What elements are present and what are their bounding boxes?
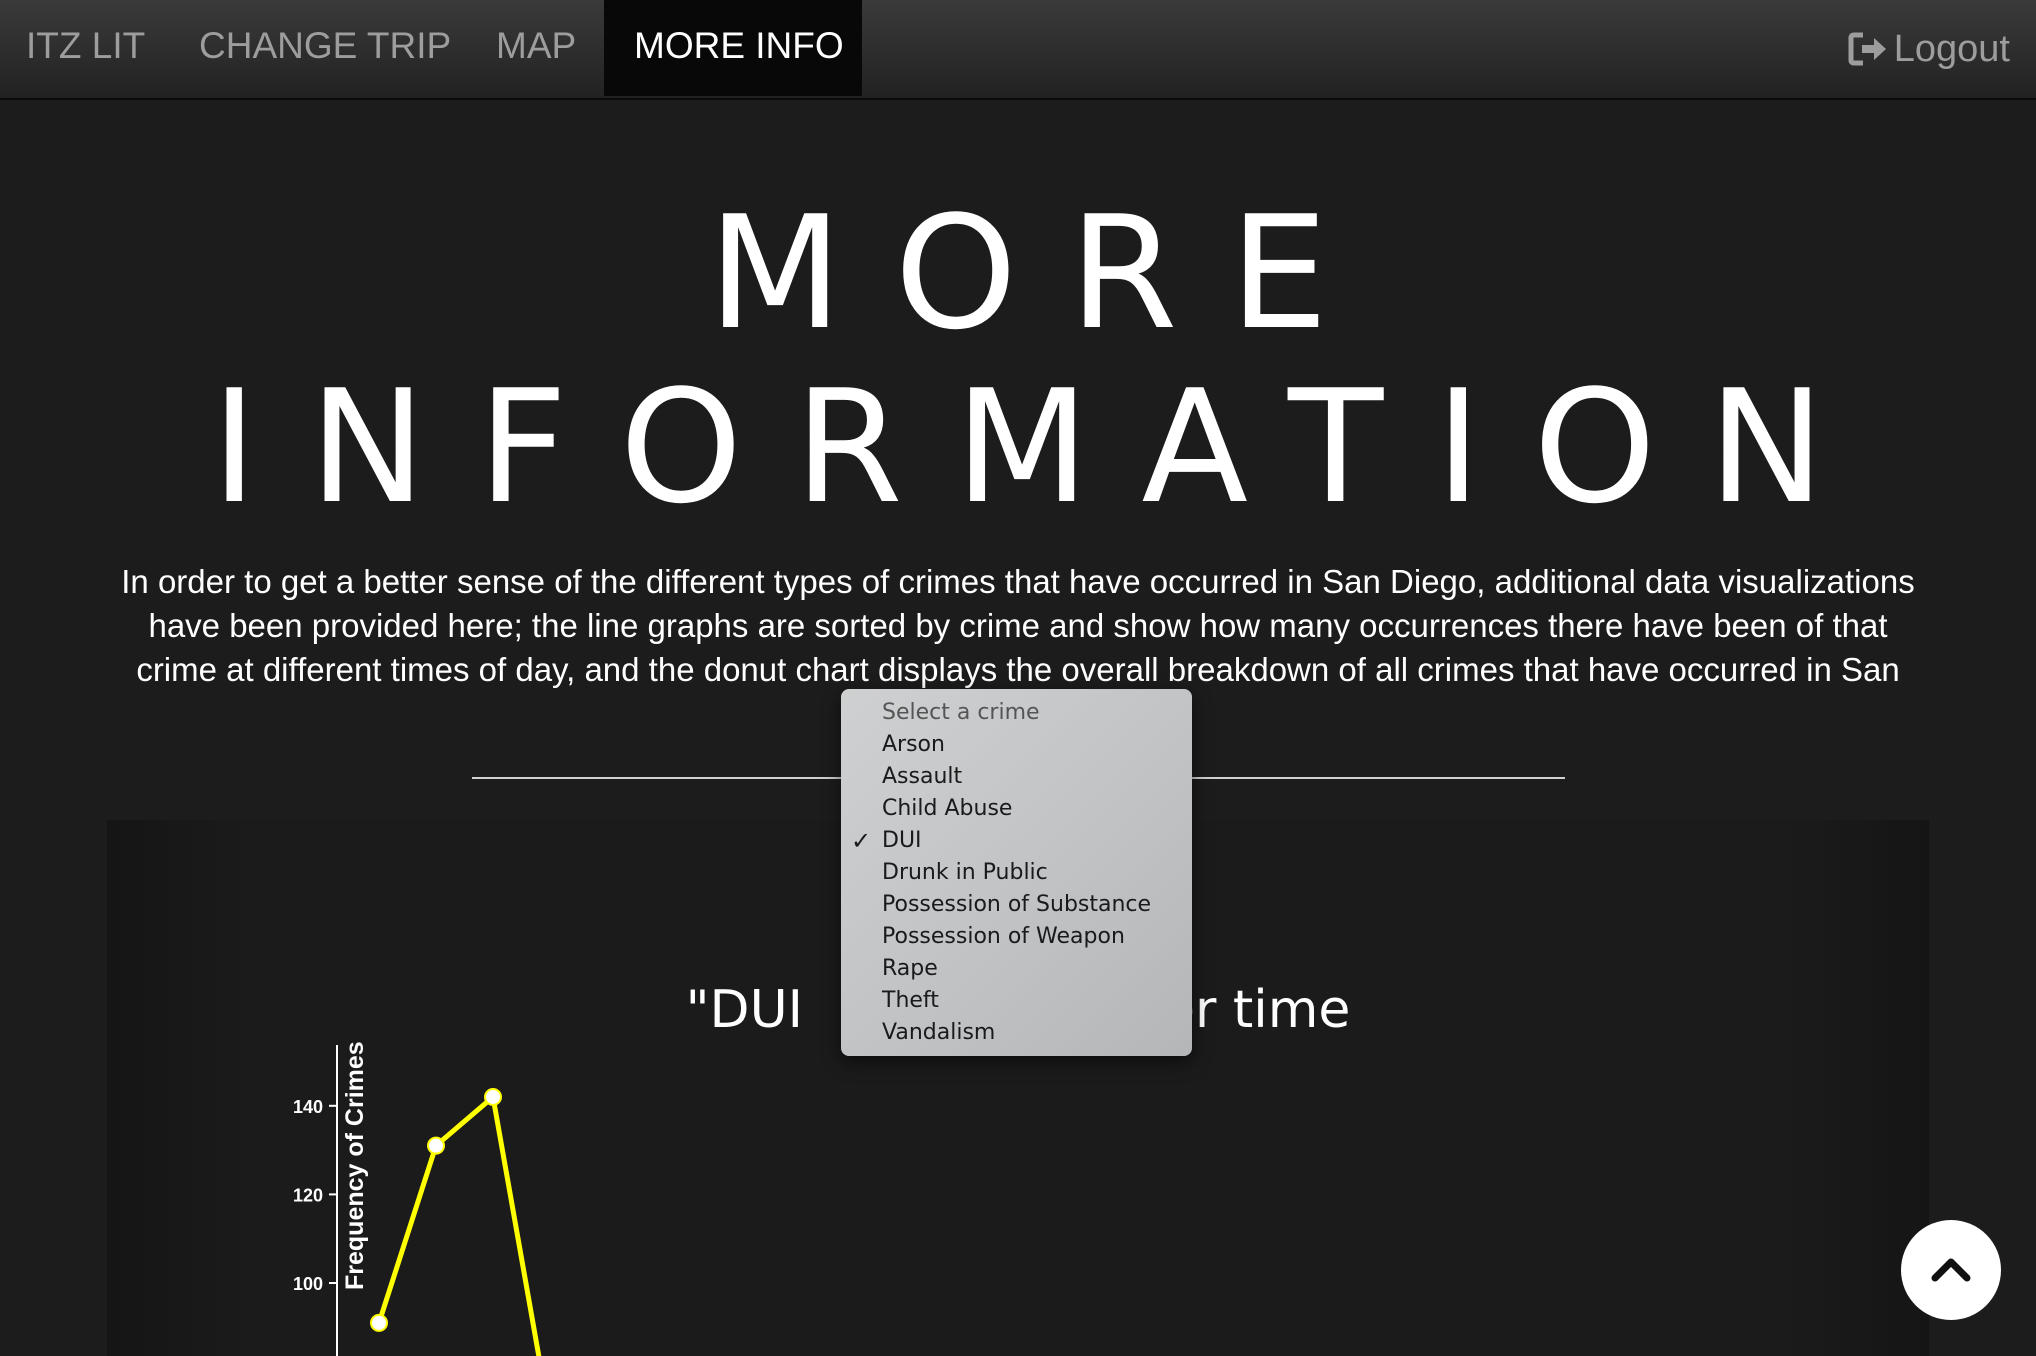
dropdown-placeholder: Select a crime [882, 700, 1040, 725]
dropdown-option-label: Theft [882, 988, 939, 1013]
crime-select-dropdown[interactable]: Select a crime Arson Assault Child Abuse ✓ D… [841, 689, 1192, 1056]
dropdown-option[interactable]: Child Abuse [841, 793, 1192, 825]
chevron-up-icon [1931, 1258, 1971, 1282]
checkmark-icon: ✓ [851, 827, 872, 855]
dropdown-option[interactable]: Drunk in Public [841, 857, 1192, 889]
dropdown-option-label: Arson [882, 732, 945, 757]
series-layer [370, 1087, 542, 1356]
dropdown-option-label: Possession of Weapon [882, 924, 1125, 949]
dui-line-chart: 100 120 140 Frequency of Crimes [293, 1041, 542, 1356]
dropdown-option[interactable]: Possession of Weapon [841, 921, 1192, 953]
dropdown-option-label: Vandalism [882, 1020, 996, 1045]
y-tick-label: 140 [293, 1097, 323, 1117]
data-point[interactable] [370, 1313, 388, 1332]
dropdown-option[interactable]: Arson [841, 729, 1192, 761]
dropdown-option[interactable]: Theft [841, 985, 1192, 1017]
dropdown-option-label: Possession of Substance [882, 892, 1152, 917]
dropdown-option-label: Rape [882, 956, 938, 981]
dropdown-option-label: Child Abuse [882, 796, 1013, 821]
data-point[interactable] [427, 1136, 445, 1155]
dropdown-option[interactable]: ✓ DUI [841, 825, 1192, 857]
y-axis: 100 120 140 Frequency of Crimes [293, 1041, 369, 1356]
y-tick-label: 120 [293, 1185, 323, 1205]
series-line [376, 1094, 542, 1356]
dropdown-option[interactable]: Possession of Substance [841, 889, 1192, 921]
y-tick-label: 100 [293, 1274, 323, 1294]
scroll-to-top-button[interactable] [1901, 1220, 2001, 1320]
dropdown-option[interactable]: Rape [841, 953, 1192, 985]
y-axis-label: Frequency of Crimes [341, 1041, 369, 1290]
dropdown-option-label: Assault [882, 764, 963, 789]
data-point[interactable] [484, 1087, 502, 1106]
dropdown-option[interactable]: Assault [841, 761, 1192, 793]
dropdown-option[interactable]: Vandalism [841, 1017, 1192, 1049]
dropdown-option-label: Drunk in Public [882, 860, 1048, 885]
dropdown-option-label: DUI [882, 828, 922, 853]
